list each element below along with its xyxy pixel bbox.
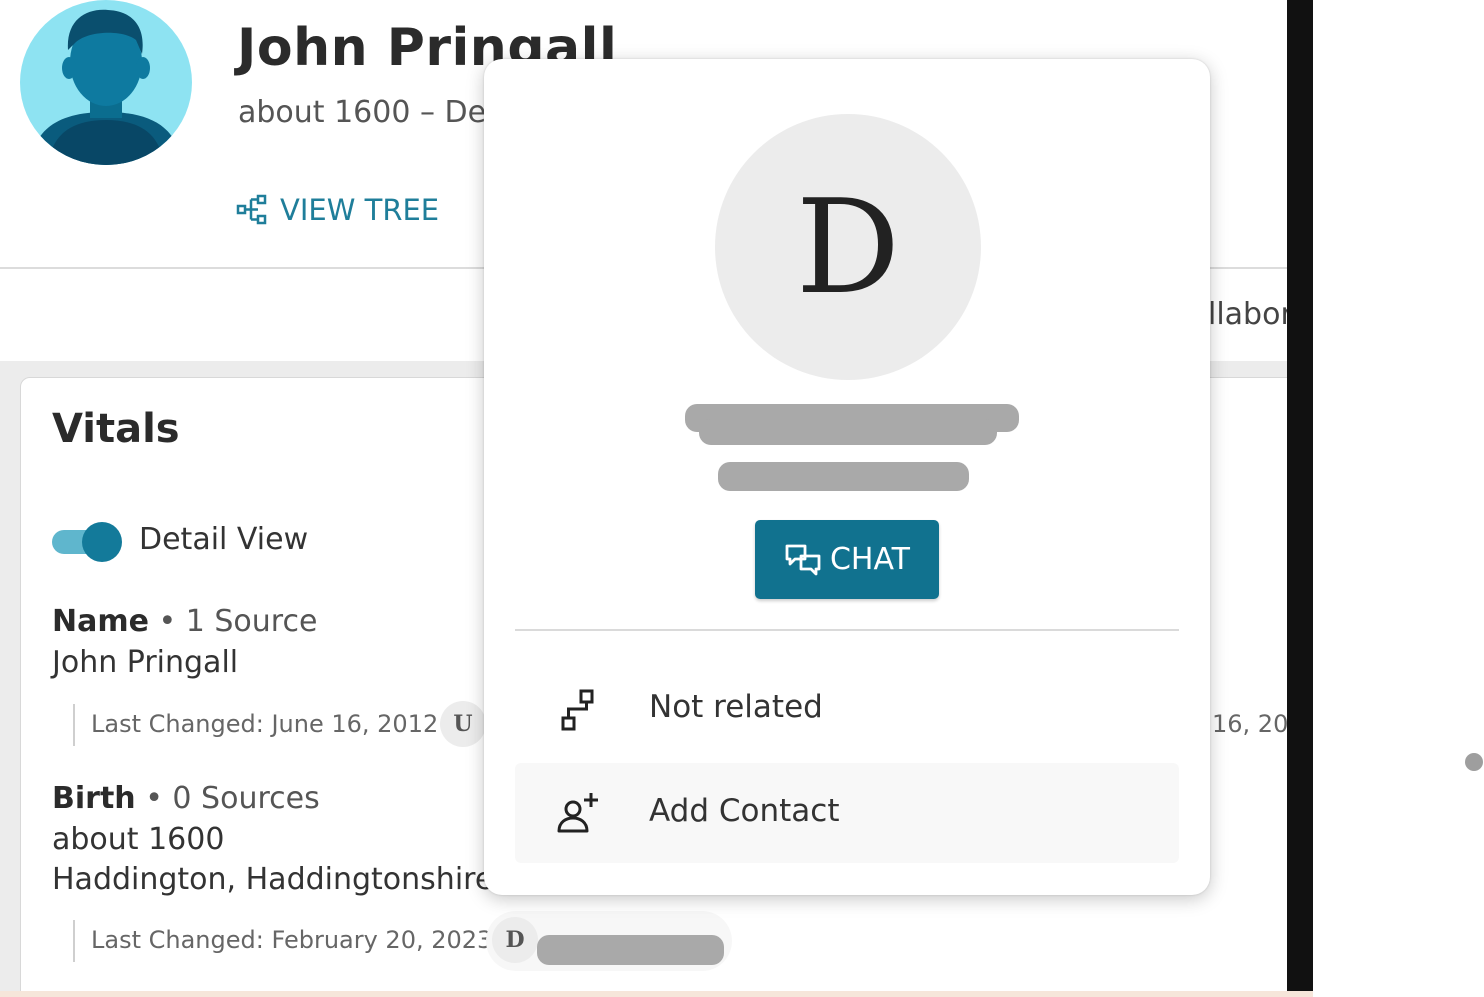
- birth-last-changed: Last Changed: February 20, 2023: [91, 926, 493, 954]
- birth-fact-sources: • 0 Sources: [145, 781, 320, 816]
- birth-place: Haddington, Haddingtonshire,: [52, 862, 503, 897]
- view-tree-link[interactable]: VIEW TREE: [236, 190, 439, 230]
- popup-divider: [515, 629, 1179, 631]
- bottom-edge: [0, 991, 1313, 997]
- menu-item-label: Add Contact: [649, 793, 840, 829]
- name-fact-value: John Pringall: [52, 645, 239, 680]
- person-avatar[interactable]: [20, 0, 192, 165]
- birth-date: about 1600: [52, 822, 225, 857]
- detail-view-label: Detail View: [139, 522, 309, 557]
- name-fact-heading[interactable]: Name • 1 Source: [52, 604, 317, 639]
- tab-collaborate[interactable]: llabor: [1208, 297, 1287, 332]
- change-indicator: [73, 704, 75, 746]
- person-silhouette-icon: [30, 9, 182, 165]
- redacted-user-name: [699, 419, 997, 445]
- birth-fact-label: Birth: [52, 781, 136, 816]
- change-indicator: [73, 920, 75, 962]
- scroll-indicator: [1465, 753, 1483, 771]
- menu-item-label: Not related: [649, 689, 823, 725]
- detail-view-toggle[interactable]: [52, 522, 122, 562]
- person-lifespan: about 1600 – Dec: [238, 95, 503, 130]
- vitals-title: Vitals: [52, 406, 180, 452]
- chat-icon: [785, 544, 821, 575]
- view-tree-label: VIEW TREE: [280, 193, 440, 227]
- window-edge: [1287, 0, 1313, 997]
- redacted-username: [718, 462, 969, 491]
- relationship-icon: [561, 689, 594, 731]
- add-contact-icon: [557, 793, 598, 833]
- redacted-contributor-name: [537, 935, 724, 965]
- toggle-knob: [82, 522, 122, 562]
- tree-icon: [236, 194, 267, 225]
- chat-label: CHAT: [829, 542, 911, 577]
- contributor-badge[interactable]: U: [440, 701, 486, 747]
- contributor-popup: D CHAT Not related Add Contact: [484, 59, 1210, 895]
- popup-avatar: D: [715, 114, 981, 380]
- birth-fact-heading[interactable]: Birth • 0 Sources: [52, 781, 320, 816]
- name-fact-label: Name: [52, 604, 149, 639]
- contributor-badge: D: [492, 917, 538, 963]
- chat-button[interactable]: CHAT: [755, 520, 939, 599]
- partial-date: 16, 20: [1212, 710, 1287, 738]
- name-last-changed: Last Changed: June 16, 2012: [91, 710, 439, 738]
- menu-item-not-related[interactable]: Not related: [515, 659, 1179, 759]
- menu-item-add-contact[interactable]: Add Contact: [515, 763, 1179, 863]
- name-fact-sources: • 1 Source: [158, 604, 318, 639]
